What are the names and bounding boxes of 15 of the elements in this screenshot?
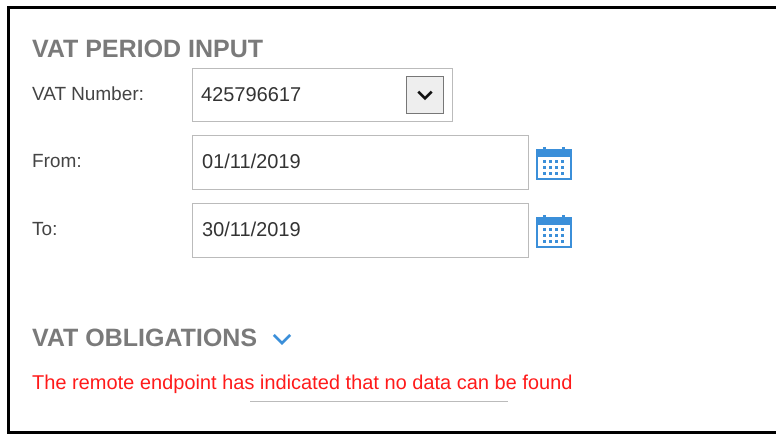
field-label: VAT Number: (32, 82, 145, 107)
date-field[interactable]: 30/11/2019 (192, 203, 529, 258)
vat-number-select[interactable]: 425796617 (192, 68, 453, 122)
section-heading: VAT OBLIGATIONS (32, 326, 257, 351)
collapse-toggle[interactable] (271, 332, 293, 346)
field-label: From: (32, 150, 83, 174)
field-label: To: (32, 218, 58, 242)
dropdown-button[interactable] (406, 76, 444, 114)
error-message: The remote endpoint has indicated that no data can be found (32, 373, 574, 393)
section-heading: VAT PERIOD INPUT (32, 37, 264, 62)
chevron-down-icon (271, 332, 293, 346)
chevron-down-icon (416, 89, 434, 101)
calendar-icon[interactable] (536, 146, 572, 180)
date-field[interactable]: 01/11/2019 (192, 135, 529, 190)
calendar-icon[interactable] (536, 214, 572, 248)
